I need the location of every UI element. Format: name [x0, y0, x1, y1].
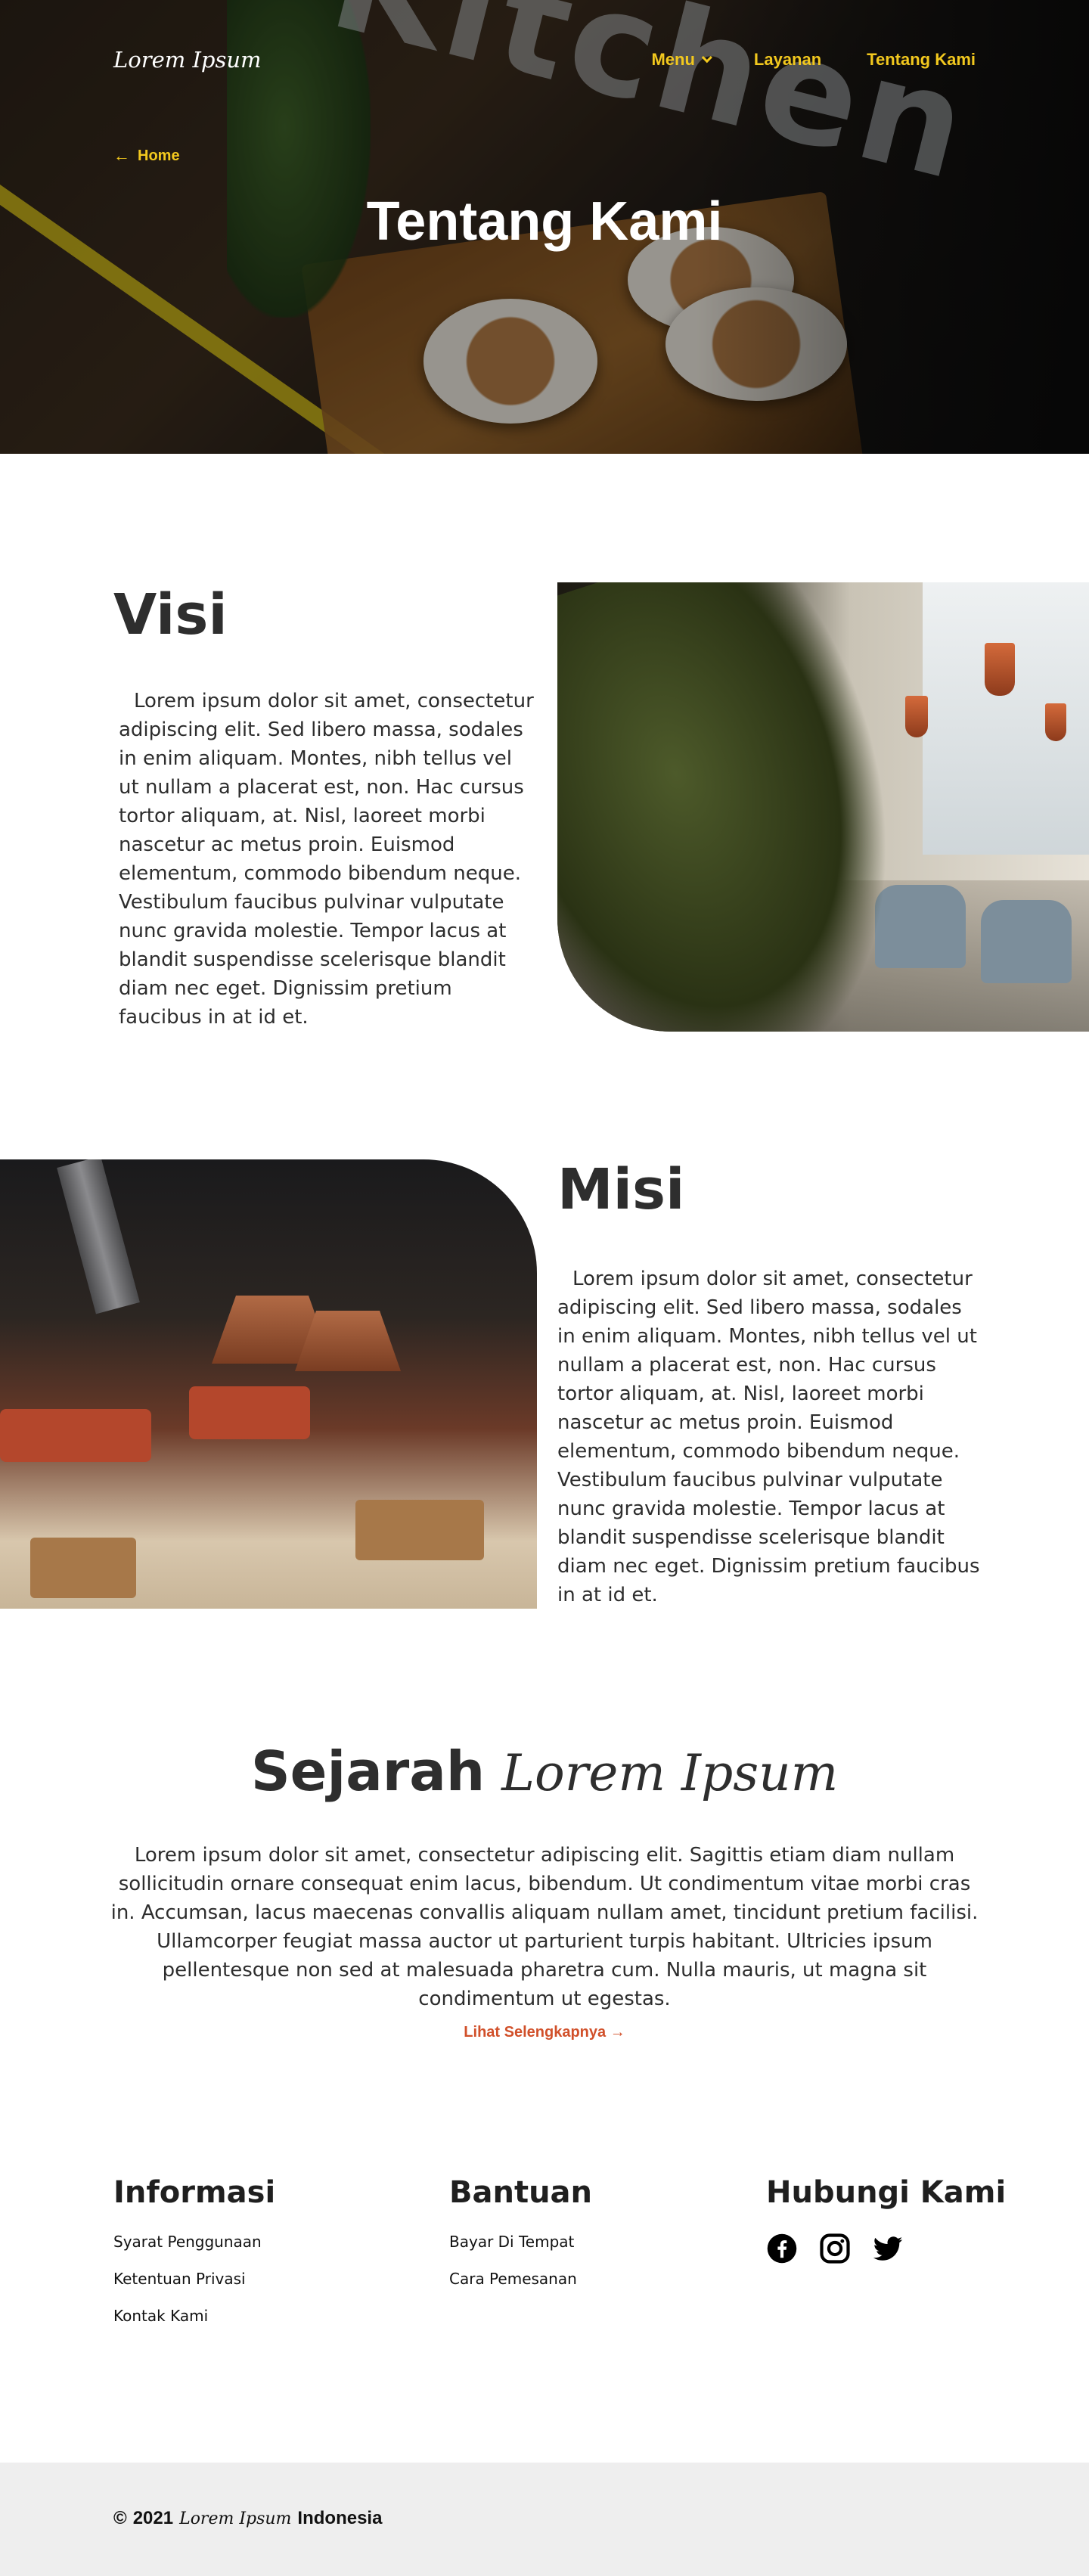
misi-image-booth	[189, 1386, 310, 1439]
footer-link-kontak[interactable]: Kontak Kami	[113, 2307, 275, 2325]
sejarah-title-main: Sejarah	[250, 1740, 486, 1803]
breadcrumb-home[interactable]: ← Home	[113, 146, 180, 166]
social-links	[766, 2233, 1006, 2264]
brand-logo[interactable]: Lorem Ipsum	[113, 47, 262, 73]
chevron-down-icon	[701, 52, 712, 64]
footer-hubungi-title: Hubungi Kami	[766, 2175, 1007, 2210]
copyright-symbol: ©	[113, 2508, 127, 2528]
nav-item-label: Menu	[651, 50, 695, 69]
twitter-icon[interactable]	[872, 2233, 904, 2264]
footer-link-privasi[interactable]: Ketentuan Privasi	[113, 2270, 275, 2288]
visi-restaurant-image	[557, 582, 1089, 1032]
nav-item-menu[interactable]: Menu	[651, 50, 712, 70]
copyright-suffix: Indonesia	[297, 2508, 383, 2528]
misi-text: Lorem ipsum dolor sit amet, consectetur …	[557, 1268, 980, 1606]
sejarah-title: Sejarah Lorem Ipsum	[0, 1740, 1089, 1803]
copyright-brand: Lorem Ipsum	[179, 2509, 292, 2528]
footer-bantuan-title: Bantuan	[449, 2175, 593, 2210]
sejarah-title-script: Lorem Ipsum	[501, 1744, 839, 1802]
misi-image-booth	[0, 1409, 151, 1462]
copyright-year: 2021	[132, 2508, 174, 2528]
nav-item-layanan[interactable]: Layanan	[754, 50, 821, 70]
misi-image-table	[30, 1538, 136, 1598]
arrow-left-icon: ←	[113, 146, 130, 165]
footer-hubungi: Hubungi Kami	[766, 2175, 1006, 2264]
arrow-right-icon: →	[610, 2024, 625, 2041]
footer-informasi: Informasi Syarat Penggunaan Ketentuan Pr…	[113, 2175, 275, 2344]
misi-image-duct	[57, 1159, 140, 1314]
misi-restaurant-image	[0, 1159, 537, 1609]
hero-banner: Kitchen Lorem Ipsum Menu Layanan Tentang…	[0, 0, 1089, 454]
page-title: Tentang Kami	[366, 191, 723, 252]
visi-image-leaf	[557, 582, 961, 1032]
footer-bantuan: Bantuan Bayar Di Tempat Cara Pemesanan	[449, 2175, 592, 2307]
visi-image-lamp	[985, 643, 1015, 696]
footer-link-cara-pemesanan[interactable]: Cara Pemesanan	[449, 2270, 592, 2288]
misi-title: Misi	[557, 1157, 685, 1222]
nav-item-label: Tentang Kami	[867, 50, 976, 69]
footer-informasi-title: Informasi	[113, 2175, 276, 2210]
visi-text: Lorem ipsum dolor sit amet, consectetur …	[119, 690, 534, 1029]
visi-image-chair	[981, 900, 1072, 983]
breadcrumb-label: Home	[138, 147, 180, 164]
sejarah-text: Lorem ipsum dolor sit amet, consectetur …	[110, 1844, 979, 2010]
nav-item-tentang-kami[interactable]: Tentang Kami	[867, 50, 976, 70]
see-more-link[interactable]: Lihat Selengkapnya →	[0, 2024, 1089, 2041]
visi-image-lamp	[905, 696, 928, 737]
see-more-label: Lihat Selengkapnya	[464, 2024, 607, 2041]
misi-image-table	[355, 1500, 484, 1560]
instagram-icon[interactable]	[819, 2233, 851, 2264]
footer-link-syarat[interactable]: Syarat Penggunaan	[113, 2233, 275, 2251]
nav-item-label: Layanan	[753, 50, 822, 69]
visi-title: Visi	[113, 582, 228, 647]
main-nav: Menu Layanan Tentang Kami	[651, 50, 976, 70]
copyright: © 2021 Lorem Ipsum Indonesia	[113, 2508, 382, 2529]
visi-image-lamp	[1045, 703, 1066, 741]
footer-link-bayar[interactable]: Bayar Di Tempat	[449, 2233, 592, 2251]
facebook-icon[interactable]	[766, 2233, 798, 2264]
